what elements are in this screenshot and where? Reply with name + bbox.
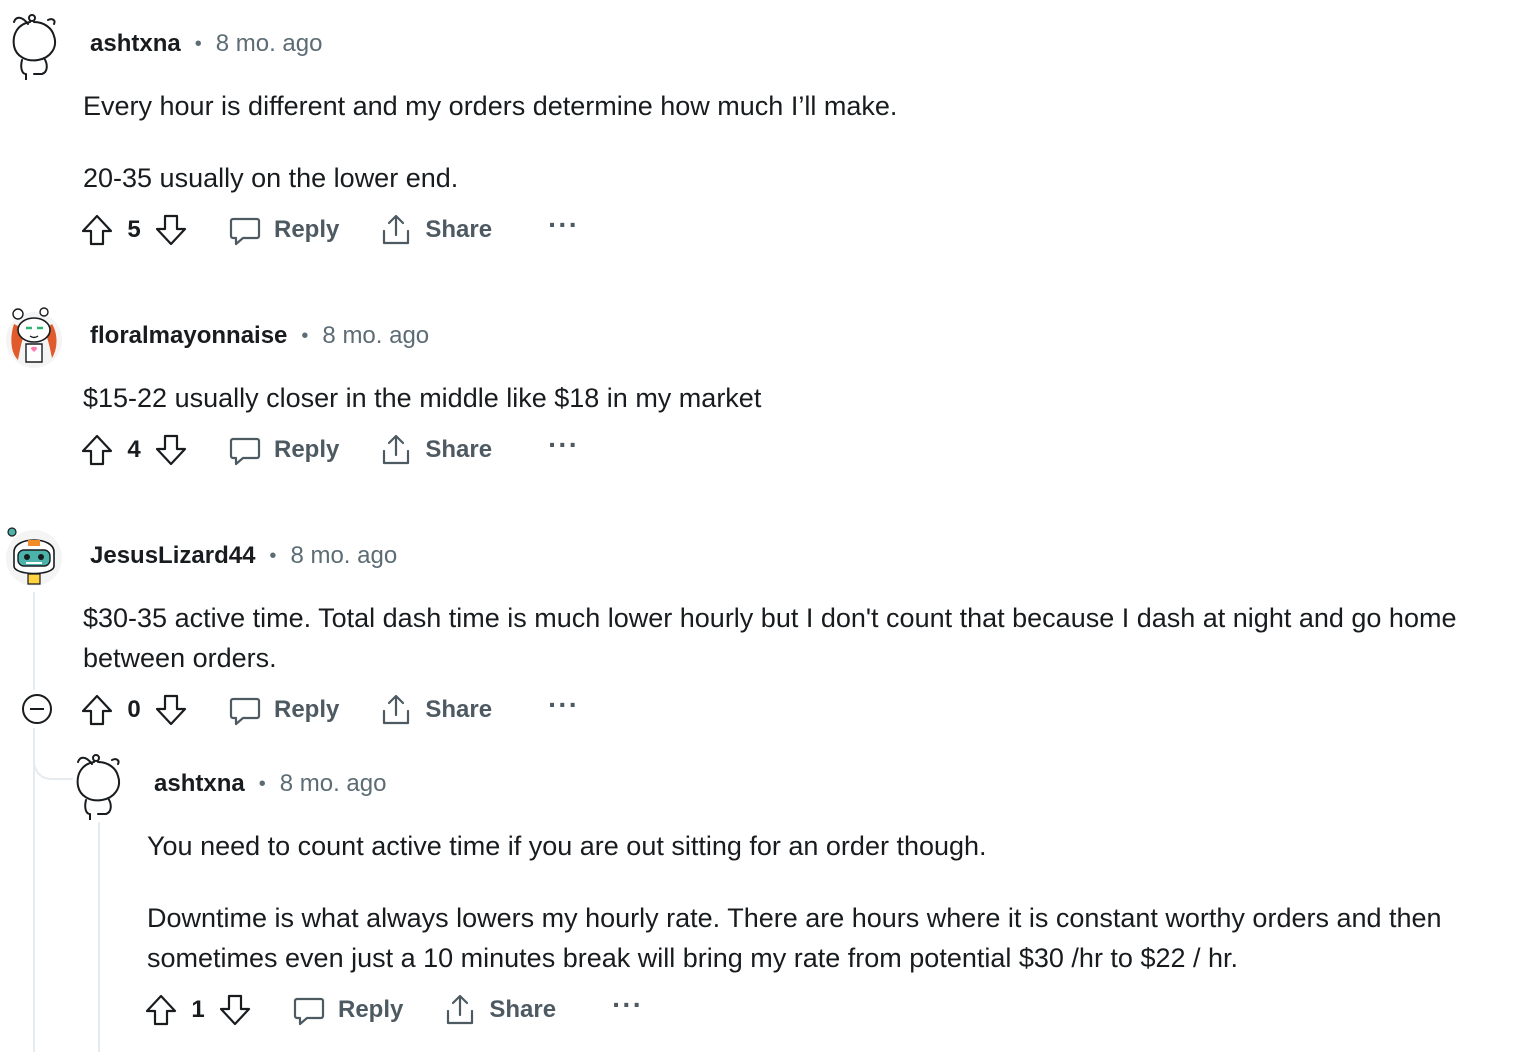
upvote-button[interactable] xyxy=(144,993,178,1027)
share-label: Share xyxy=(425,216,493,243)
timestamp[interactable]: 8 mo. ago xyxy=(322,322,429,350)
reply-label: Reply xyxy=(274,216,340,243)
reply-button[interactable]: Reply xyxy=(228,433,339,467)
share-label: Share xyxy=(489,996,557,1023)
share-label: Share xyxy=(425,436,493,463)
comment-header: floralmayonnaise • 8 mo. ago xyxy=(90,322,429,350)
comment-header: JesusLizard44 • 8 mo. ago xyxy=(90,542,397,570)
comment-paragraph: $30-35 active time. Total dash time is m… xyxy=(83,603,1457,673)
share-icon xyxy=(383,214,410,245)
thread-line xyxy=(98,822,100,1052)
upvote-button[interactable] xyxy=(80,433,114,467)
comment-bubble-icon xyxy=(229,697,261,726)
comment-bubble-icon xyxy=(229,217,261,246)
snoo-robot-helmet-icon[interactable] xyxy=(4,522,64,590)
share-icon xyxy=(447,994,474,1025)
downvote-button[interactable] xyxy=(154,213,188,247)
username[interactable]: floralmayonnaise xyxy=(90,322,287,350)
separator-dot: • xyxy=(258,772,266,795)
comment-paragraph: $15-22 usually closer in the middle like… xyxy=(83,383,762,413)
comment-body: Every hour is different and my orders de… xyxy=(83,86,1493,198)
share-button[interactable]: Share xyxy=(443,993,556,1027)
vote-count: 1 xyxy=(191,996,205,1023)
username[interactable]: ashtxna xyxy=(90,30,181,58)
comment-paragraph: 20-35 usually on the lower end. xyxy=(83,163,459,193)
share-button[interactable]: Share xyxy=(379,693,492,727)
downvote-button[interactable] xyxy=(154,693,188,727)
downvote-button[interactable] xyxy=(218,993,252,1027)
separator-dot: • xyxy=(194,32,202,55)
upvote-button[interactable] xyxy=(80,213,114,247)
downvote-button[interactable] xyxy=(154,433,188,467)
more-options-button[interactable]: ··· xyxy=(612,991,643,1019)
comment-header: ashtxna • 8 mo. ago xyxy=(90,30,322,58)
timestamp[interactable]: 8 mo. ago xyxy=(290,542,397,570)
collapse-thread-button[interactable] xyxy=(22,694,52,724)
downvote-icon xyxy=(219,994,251,1026)
share-button[interactable]: Share xyxy=(379,433,492,467)
downvote-icon xyxy=(155,214,187,246)
snoo-default-icon[interactable] xyxy=(72,752,132,820)
thread-line xyxy=(33,592,35,690)
vote-count: 0 xyxy=(127,696,141,723)
username[interactable]: JesusLizard44 xyxy=(90,542,255,570)
timestamp[interactable]: 8 mo. ago xyxy=(216,30,323,58)
reply-label: Reply xyxy=(338,996,404,1023)
reply-button[interactable]: Reply xyxy=(228,213,339,247)
reply-label: Reply xyxy=(274,696,340,723)
separator-dot: • xyxy=(301,324,309,347)
share-icon xyxy=(383,434,410,465)
share-button[interactable]: Share xyxy=(379,213,492,247)
vote-count: 4 xyxy=(127,436,141,463)
comment-actions: 4 Reply Share ··· xyxy=(80,428,579,472)
comment-body: $30-35 active time. Total dash time is m… xyxy=(83,598,1508,678)
reply-button[interactable]: Reply xyxy=(228,693,339,727)
upvote-icon xyxy=(81,214,113,246)
downvote-icon xyxy=(155,434,187,466)
more-options-button[interactable]: ··· xyxy=(548,431,579,459)
comment-actions: 0 Reply Share ··· xyxy=(80,688,579,732)
comment-paragraph: Downtime is what always lowers my hourly… xyxy=(147,903,1442,973)
snoo-orange-hair-icon[interactable] xyxy=(4,302,64,370)
timestamp[interactable]: 8 mo. ago xyxy=(280,770,387,798)
comment-paragraph: Every hour is different and my orders de… xyxy=(83,91,898,121)
upvote-icon xyxy=(81,694,113,726)
separator-dot: • xyxy=(269,544,277,567)
more-options-button[interactable]: ··· xyxy=(548,691,579,719)
more-options-button[interactable]: ··· xyxy=(548,211,579,239)
reply-button[interactable]: Reply xyxy=(292,993,403,1027)
upvote-button[interactable] xyxy=(80,693,114,727)
upvote-icon xyxy=(81,434,113,466)
downvote-icon xyxy=(155,694,187,726)
snoo-default-icon[interactable] xyxy=(8,12,68,80)
thread-connector xyxy=(33,740,73,780)
share-label: Share xyxy=(425,696,493,723)
vote-count: 5 xyxy=(127,216,141,243)
thread-line xyxy=(33,728,35,1052)
comment-body: You need to count active time if you are… xyxy=(147,826,1497,978)
upvote-icon xyxy=(145,994,177,1026)
share-icon xyxy=(383,694,410,725)
comment-bubble-icon xyxy=(229,437,261,466)
comment-paragraph: You need to count active time if you are… xyxy=(147,831,987,861)
comment-actions: 1 Reply Share ··· xyxy=(144,988,643,1032)
reply-label: Reply xyxy=(274,436,340,463)
comment-body: $15-22 usually closer in the middle like… xyxy=(83,378,1493,418)
username[interactable]: ashtxna xyxy=(154,770,245,798)
comment-bubble-icon xyxy=(293,997,325,1026)
comment-header: ashtxna • 8 mo. ago xyxy=(154,770,386,798)
comment-actions: 5 Reply Share ··· xyxy=(80,208,579,252)
